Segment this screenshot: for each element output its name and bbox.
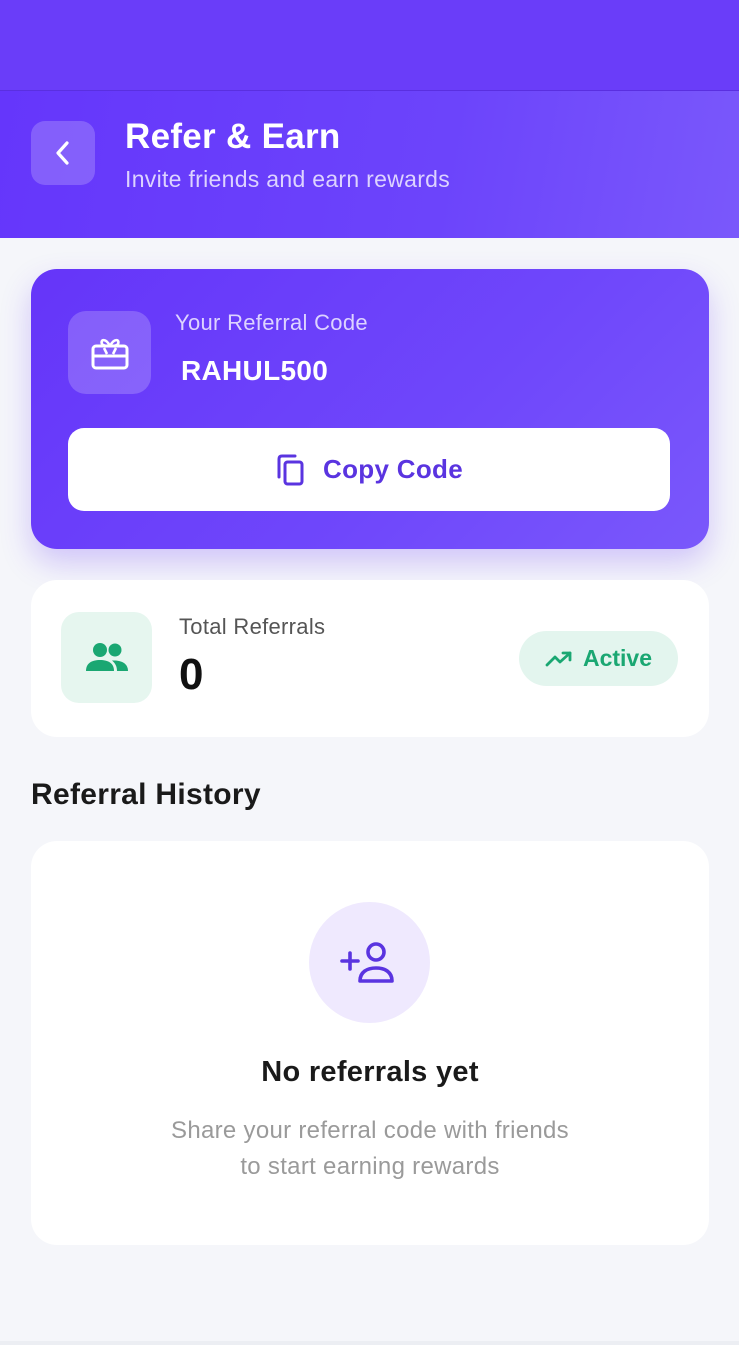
total-referrals-card: Total Referrals 0 Active <box>31 580 709 737</box>
referral-history-card: No referrals yet Share your referral cod… <box>31 841 709 1245</box>
referral-history-title: Referral History <box>31 778 261 811</box>
empty-state-icon-container <box>309 902 430 1023</box>
copy-code-label: Copy Code <box>323 454 463 484</box>
copy-code-button[interactable]: Copy Code <box>68 428 670 511</box>
status-badge: Active <box>519 631 678 686</box>
empty-state-description-line2: to start earning rewards <box>240 1153 500 1180</box>
trending-up-icon <box>545 651 572 666</box>
referral-code-value: RAHUL500 <box>181 355 329 386</box>
bottom-divider <box>0 1341 739 1345</box>
empty-state-description-line1: Share your referral code with friends <box>171 1117 569 1144</box>
copy-icon <box>277 454 304 485</box>
back-button[interactable] <box>31 121 95 185</box>
status-badge-label: Active <box>582 645 653 671</box>
people-icon <box>85 642 128 671</box>
people-icon-container <box>61 612 152 703</box>
referral-code-card: Your Referral Code RAHUL500 Copy Code <box>31 269 709 549</box>
add-person-icon <box>339 941 394 983</box>
referral-code-label: Your Referral Code <box>175 310 368 335</box>
gift-icon-container <box>68 311 151 394</box>
empty-state-description: Share your referral code with friends to… <box>120 1113 620 1185</box>
gift-icon <box>91 338 128 369</box>
total-referrals-value: 0 <box>179 650 204 699</box>
empty-state-title: No referrals yet <box>261 1056 479 1088</box>
total-referrals-label: Total Referrals <box>179 614 326 639</box>
page-subtitle: Invite friends and earn rewards <box>125 166 451 192</box>
chevron-left-icon <box>56 141 69 165</box>
status-bar <box>0 0 739 91</box>
page-header: Refer & Earn Invite friends and earn rew… <box>0 91 739 238</box>
page-title: Refer & Earn <box>125 117 341 156</box>
